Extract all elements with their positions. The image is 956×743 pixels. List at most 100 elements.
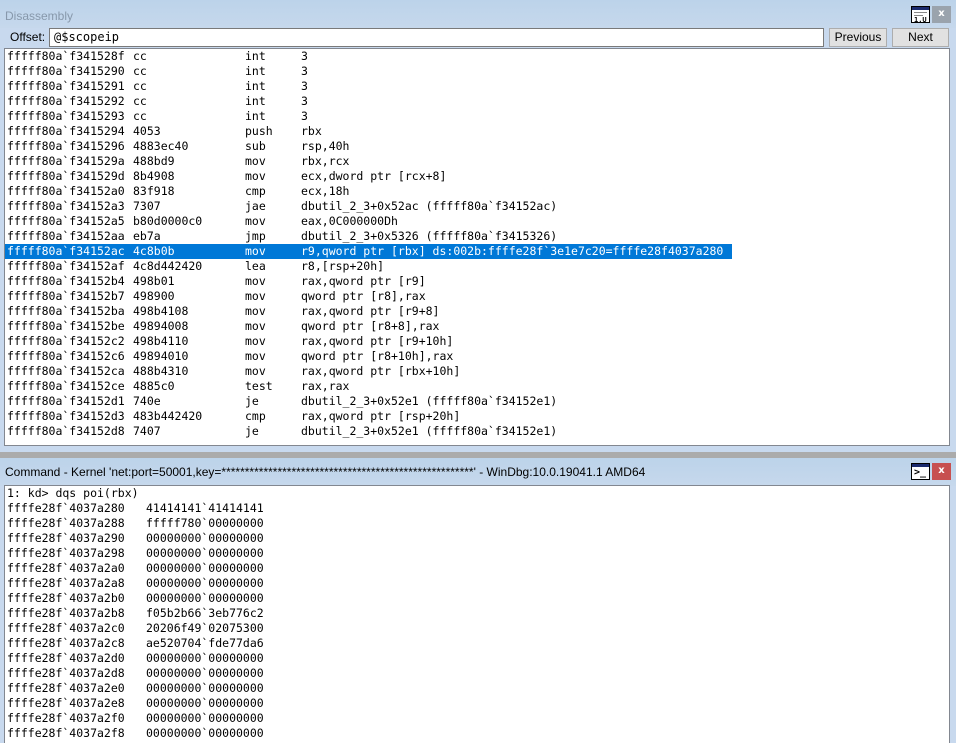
disassembly-line[interactable]: fffff80a`f34152b4 498b01 mov rax,qword ptr … bbox=[5, 274, 949, 289]
disassembly-line[interactable]: fffff80a`f34152b7 498900 mov qword ptr [r8]… bbox=[5, 289, 949, 304]
memory-value: ae520704`fde77da6 bbox=[146, 636, 264, 650]
memory-address: ffffe28f`4037a2e0 bbox=[7, 681, 125, 695]
disassembly-line[interactable]: fffff80a`f34152d1 740e je dbutil_2_3+0x52e1… bbox=[5, 394, 949, 409]
instruction-mnemonic: cmp bbox=[245, 409, 266, 423]
memory-row: ffffe28f`4037a2d0 00000000`00000000 bbox=[5, 651, 949, 666]
disassembly-line[interactable]: fffff80a`f34152a3 7307 jae dbutil_2_3+0x52a… bbox=[5, 199, 949, 214]
disassembly-line[interactable]: fffff80a`f34152a5 b80d0000c0 mov eax,0C0000… bbox=[5, 214, 949, 229]
disassembly-line[interactable]: fffff80a`f34152ce 4885c0 test rax,rax bbox=[5, 379, 949, 394]
memory-value: 00000000`00000000 bbox=[146, 726, 264, 740]
command-title: Command - Kernel 'net:port=50001,key=***… bbox=[5, 465, 646, 479]
offset-input[interactable]: @$scopeip bbox=[49, 28, 824, 47]
memory-row: ffffe28f`4037a288 fffff780`00000000 bbox=[5, 516, 949, 531]
instruction-bytes: cc bbox=[133, 49, 147, 63]
disassembly-close-button[interactable]: x bbox=[932, 6, 951, 23]
instruction-mnemonic: mov bbox=[245, 349, 266, 363]
instruction-address: fffff80a`f34152aa bbox=[7, 229, 125, 243]
instruction-address: fffff80a`f3415296 bbox=[7, 139, 125, 153]
instruction-mnemonic: mov bbox=[245, 169, 266, 183]
disassembly-line[interactable]: fffff80a`f341529a 488bd9 mov rbx,rcx bbox=[5, 154, 949, 169]
instruction-operands: rax,qword ptr [rsp+20h] bbox=[301, 409, 461, 423]
disassembly-title: Disassembly bbox=[5, 9, 74, 23]
instruction-operands: rbx,rcx bbox=[301, 154, 350, 168]
disassembly-line[interactable]: fffff80a`f34152ba 498b4108 mov rax,qword pt… bbox=[5, 304, 949, 319]
instruction-operands: qword ptr [r8+10h],rax bbox=[301, 349, 454, 363]
instruction-address: fffff80a`f3415292 bbox=[7, 94, 125, 108]
instruction-address: fffff80a`f341528f bbox=[7, 49, 125, 63]
instruction-operands: qword ptr [r8+8],rax bbox=[301, 319, 440, 333]
disassembly-line[interactable]: fffff80a`f341529d 8b4908 mov ecx,dword ptr … bbox=[5, 169, 949, 184]
disassembly-line[interactable]: fffff80a`f3415292 cc int 3 bbox=[5, 94, 949, 109]
command-close-button[interactable]: x bbox=[932, 463, 951, 480]
instruction-mnemonic: int bbox=[245, 109, 266, 123]
disassembly-window-icon[interactable]: 1.U bbox=[911, 6, 930, 24]
disassembly-line[interactable]: fffff80a`f341528f cc int 3 bbox=[5, 49, 949, 64]
disassembly-line[interactable]: fffff80a`f3415290 cc int 3 bbox=[5, 64, 949, 79]
memory-value: 00000000`00000000 bbox=[146, 711, 264, 725]
memory-address: ffffe28f`4037a298 bbox=[7, 546, 125, 560]
memory-value: 00000000`00000000 bbox=[146, 531, 264, 545]
disassembly-window: Disassembly 1.U x Offset: @$scopeip Prev… bbox=[0, 0, 956, 452]
memory-value: 41414141`41414141 bbox=[146, 501, 264, 515]
instruction-operands: dbutil_2_3+0x52e1 (fffff80a`f34152e1) bbox=[301, 394, 558, 408]
previous-button[interactable]: Previous bbox=[829, 28, 887, 47]
disassembly-line[interactable]: fffff80a`f34152d3 483b442420 cmp rax,qword … bbox=[5, 409, 949, 424]
instruction-address: fffff80a`f34152ce bbox=[7, 379, 125, 393]
instruction-operands: 3 bbox=[301, 79, 308, 93]
memory-row: ffffe28f`4037a2d8 00000000`00000000 bbox=[5, 666, 949, 681]
instruction-mnemonic: sub bbox=[245, 139, 266, 153]
disassembly-line[interactable]: fffff80a`f34152c2 498b4110 mov rax,qword pt… bbox=[5, 334, 949, 349]
command-titlebar[interactable]: Command - Kernel 'net:port=50001,key=***… bbox=[0, 458, 956, 486]
instruction-bytes: 483b442420 bbox=[133, 409, 203, 423]
disassembly-listing[interactable]: fffff80a`f341528f cc int 3 fffff80a`f3415290… bbox=[4, 48, 950, 446]
disassembly-line[interactable]: fffff80a`f3415291 cc int 3 bbox=[5, 79, 949, 94]
instruction-bytes: cc bbox=[133, 94, 147, 108]
instruction-operands: 3 bbox=[301, 94, 308, 108]
disassembly-line[interactable]: fffff80a`f34152a0 83f918 cmp ecx,18h bbox=[5, 184, 949, 199]
instruction-address: fffff80a`f34152d8 bbox=[7, 424, 125, 438]
memory-value: 00000000`00000000 bbox=[146, 561, 264, 575]
instruction-address: fffff80a`f34152d3 bbox=[7, 409, 125, 423]
instruction-mnemonic: int bbox=[245, 79, 266, 93]
instruction-bytes: 498b4108 bbox=[133, 304, 189, 318]
command-output[interactable]: 1: kd> dqs poi(rbx) ffffe28f`4037a280 414… bbox=[4, 485, 950, 743]
memory-value: 20206f49`02075300 bbox=[146, 621, 264, 635]
disassembly-line[interactable]: fffff80a`f3415293 cc int 3 bbox=[5, 109, 949, 124]
instruction-bytes: 4c8d442420 bbox=[133, 259, 203, 273]
instruction-mnemonic: push bbox=[245, 124, 273, 138]
memory-address: ffffe28f`4037a2a0 bbox=[7, 561, 125, 575]
disassembly-line[interactable]: fffff80a`f3415294 4053 push rbx bbox=[5, 124, 949, 139]
disassembly-line-selected[interactable]: fffff80a`f34152ac 4c8b0b mov r9,qword ptr [… bbox=[5, 244, 732, 259]
instruction-operands: dbutil_2_3+0x52ac (fffff80a`f34152ac) bbox=[301, 199, 558, 213]
instruction-address: fffff80a`f34152ba bbox=[7, 304, 125, 318]
disassembly-line[interactable]: fffff80a`f34152c6 49894010 mov qword ptr [r… bbox=[5, 349, 949, 364]
memory-row: ffffe28f`4037a2a0 00000000`00000000 bbox=[5, 561, 949, 576]
instruction-operands: dbutil_2_3+0x5326 (fffff80a`f3415326) bbox=[301, 229, 558, 243]
instruction-address: fffff80a`f34152d1 bbox=[7, 394, 125, 408]
disassembly-line[interactable]: fffff80a`f34152af 4c8d442420 lea r8,[rsp+20… bbox=[5, 259, 949, 274]
instruction-mnemonic: je bbox=[245, 394, 259, 408]
memory-address: ffffe28f`4037a2d0 bbox=[7, 651, 125, 665]
memory-row: ffffe28f`4037a2c0 20206f49`02075300 bbox=[5, 621, 949, 636]
instruction-operands: eax,0C000000Dh bbox=[301, 214, 398, 228]
instruction-mnemonic: jae bbox=[245, 199, 266, 213]
memory-row: ffffe28f`4037a2b8 f05b2b66`3eb776c2 bbox=[5, 606, 949, 621]
instruction-address: fffff80a`f34152ca bbox=[7, 364, 125, 378]
instruction-address: fffff80a`f34152a3 bbox=[7, 199, 125, 213]
instruction-mnemonic: lea bbox=[245, 259, 266, 273]
memory-row: ffffe28f`4037a290 00000000`00000000 bbox=[5, 531, 949, 546]
disassembly-line[interactable]: fffff80a`f34152be 49894008 mov qword ptr [r… bbox=[5, 319, 949, 334]
memory-row: ffffe28f`4037a2f8 00000000`00000000 bbox=[5, 726, 949, 741]
command-prompt-icon[interactable]: >_ bbox=[911, 463, 930, 480]
disassembly-titlebar[interactable]: Disassembly 1.U x bbox=[0, 0, 956, 28]
memory-row: ffffe28f`4037a2f0 00000000`00000000 bbox=[5, 711, 949, 726]
instruction-mnemonic: mov bbox=[245, 274, 266, 288]
instruction-bytes: 8b4908 bbox=[133, 169, 175, 183]
disassembly-line[interactable]: fffff80a`f34152d8 7407 je dbutil_2_3+0x52e1… bbox=[5, 424, 949, 439]
instruction-address: fffff80a`f341529d bbox=[7, 169, 125, 183]
disassembly-line[interactable]: fffff80a`f3415296 4883ec40 sub rsp,40h bbox=[5, 139, 949, 154]
disassembly-line[interactable]: fffff80a`f34152ca 488b4310 mov rax,qword pt… bbox=[5, 364, 949, 379]
next-button[interactable]: Next bbox=[892, 28, 949, 47]
instruction-address: fffff80a`f34152c2 bbox=[7, 334, 125, 348]
disassembly-line[interactable]: fffff80a`f34152aa eb7a jmp dbutil_2_3+0x532… bbox=[5, 229, 949, 244]
